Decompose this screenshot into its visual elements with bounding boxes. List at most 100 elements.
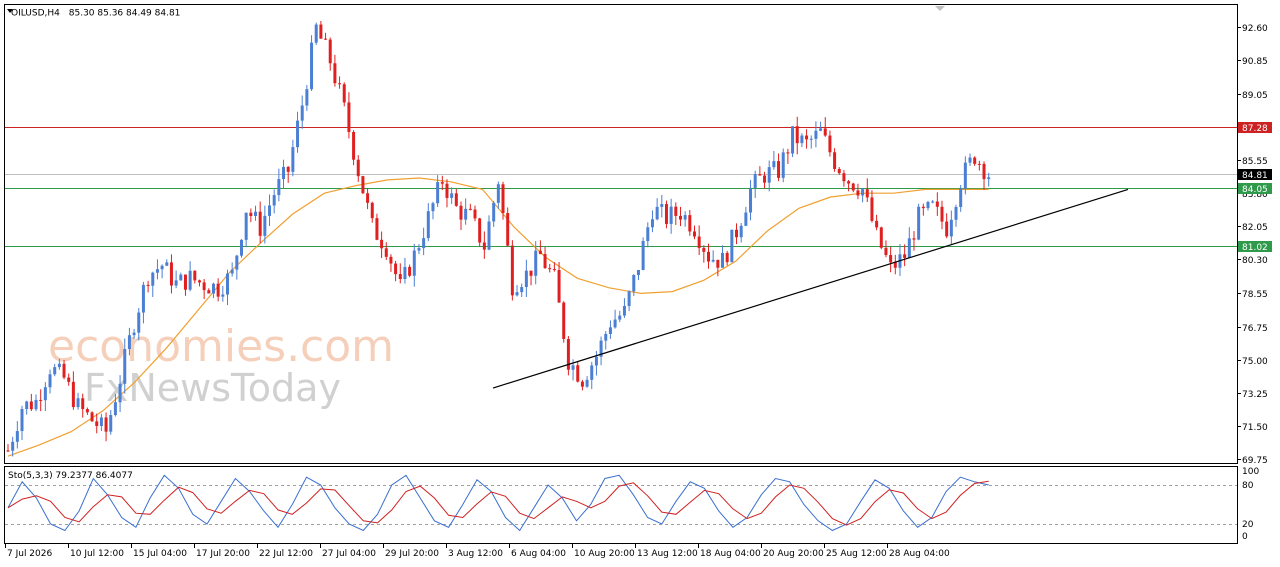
bull-candle [254, 211, 258, 216]
bear-candle [380, 239, 384, 249]
bull-candle [426, 211, 430, 239]
bull-candle [613, 319, 617, 328]
bear-candle [90, 412, 94, 422]
bear-candle [356, 159, 360, 177]
stochastic-label: Sto(5,3,3) 79.2377 86.4077 [8, 471, 133, 481]
bull-candle [160, 265, 164, 270]
bear-candle [707, 251, 710, 262]
bull-candle [949, 219, 953, 237]
time-tick-label: 13 Aug 12:00 [637, 549, 698, 559]
time-tick-label: 22 Jul 12:00 [259, 549, 313, 559]
bull-candle [987, 177, 991, 180]
bull-candle [487, 221, 491, 250]
bear-candle [328, 39, 332, 64]
bull-candle [113, 402, 117, 416]
bull-candle [109, 415, 113, 432]
bear-candle [67, 377, 71, 382]
bear-candle [258, 211, 262, 236]
bull-candle [137, 312, 141, 333]
bull-candle [753, 174, 757, 188]
bear-candle [197, 280, 201, 283]
price-tick-label: 85.55 [1242, 157, 1268, 167]
bear-candle [697, 236, 701, 248]
bear-candle [6, 450, 10, 452]
time-tick-label: 28 Aug 04:00 [889, 549, 950, 559]
time-tick-label: 3 Aug 12:00 [448, 549, 503, 559]
bull-candle [211, 283, 215, 294]
bull-candle [814, 130, 818, 139]
bear-candle [777, 161, 781, 178]
time-axis: 7 Jul 2026 10 Jul 12:00 15 Jul 04:00 17 Jul… [5, 544, 950, 559]
bear-candle [823, 128, 827, 136]
bull-candle [310, 42, 314, 90]
price-tick-label: 73.25 [1242, 390, 1268, 400]
bear-candle [85, 409, 89, 413]
bear-candle [62, 363, 66, 378]
bear-candle [758, 174, 762, 176]
bull-candle [861, 189, 865, 196]
bear-candle [725, 252, 729, 263]
bull-candle [174, 280, 178, 286]
bear-candle [865, 189, 869, 198]
bear-candle [408, 266, 412, 276]
bull-candle [296, 120, 300, 148]
price-tick-label: 89.05 [1242, 91, 1268, 101]
price-tick-label: 90.85 [1242, 57, 1268, 67]
time-tick-label: 29 Jul 20:00 [385, 549, 439, 559]
bear-candle [692, 231, 696, 237]
bull-candle [800, 135, 804, 144]
bear-candle [674, 206, 678, 216]
bull-candle [963, 162, 967, 189]
bear-candle [945, 221, 949, 237]
bear-candle [468, 208, 472, 210]
bear-candle [146, 284, 150, 286]
bull-candle [524, 270, 528, 288]
bull-candle [917, 206, 921, 240]
bull-candle [931, 201, 935, 203]
bull-candle [772, 161, 776, 168]
bull-candle [123, 349, 127, 384]
bull-candle [907, 238, 911, 258]
bull-candle [132, 332, 136, 336]
bull-candle [520, 287, 524, 293]
bull-candle [263, 215, 267, 236]
bear-candle [370, 202, 374, 219]
bull-candle [636, 269, 640, 275]
bull-candle [277, 179, 281, 196]
bear-candle [870, 197, 874, 221]
time-tick-label: 10 Aug 20:00 [574, 549, 635, 559]
ohlc-values: 85.30 85.36 84.49 84.81 [69, 9, 181, 19]
bear-candle [454, 193, 458, 206]
time-tick-label: 20 Aug 20:00 [763, 549, 824, 559]
bear-candle [384, 248, 388, 257]
bear-candle [347, 102, 351, 132]
bull-candle [76, 398, 80, 408]
price-chart[interactable]: economies.com FxNewsToday 92.60 90.85 89.0… [0, 0, 1280, 567]
sto-tick-label: 0 [1242, 532, 1248, 542]
bear-candle [478, 218, 482, 243]
bear-candle [389, 256, 393, 264]
bear-candle [333, 63, 337, 84]
bull-candle [608, 327, 612, 334]
bear-candle [735, 229, 739, 238]
bull-candle [534, 250, 538, 276]
price-tick-label: 80.30 [1242, 256, 1268, 266]
price-tick-label: 92.60 [1242, 24, 1268, 34]
bear-candle [538, 250, 542, 255]
bear-candle [940, 206, 944, 222]
bear-candle [183, 274, 187, 290]
bull-candle [20, 408, 24, 432]
bull-candle [641, 241, 645, 270]
bull-candle [959, 188, 963, 207]
bull-candle [268, 205, 272, 216]
bull-candle [809, 138, 813, 140]
bull-candle [155, 269, 159, 273]
bear-candle [29, 401, 33, 410]
bull-candle [655, 206, 659, 220]
bull-candle [711, 259, 715, 262]
bull-candle [739, 225, 743, 238]
bull-candle [585, 379, 589, 387]
bull-candle [650, 219, 654, 228]
bear-candle [973, 157, 977, 164]
bear-candle [576, 365, 580, 382]
